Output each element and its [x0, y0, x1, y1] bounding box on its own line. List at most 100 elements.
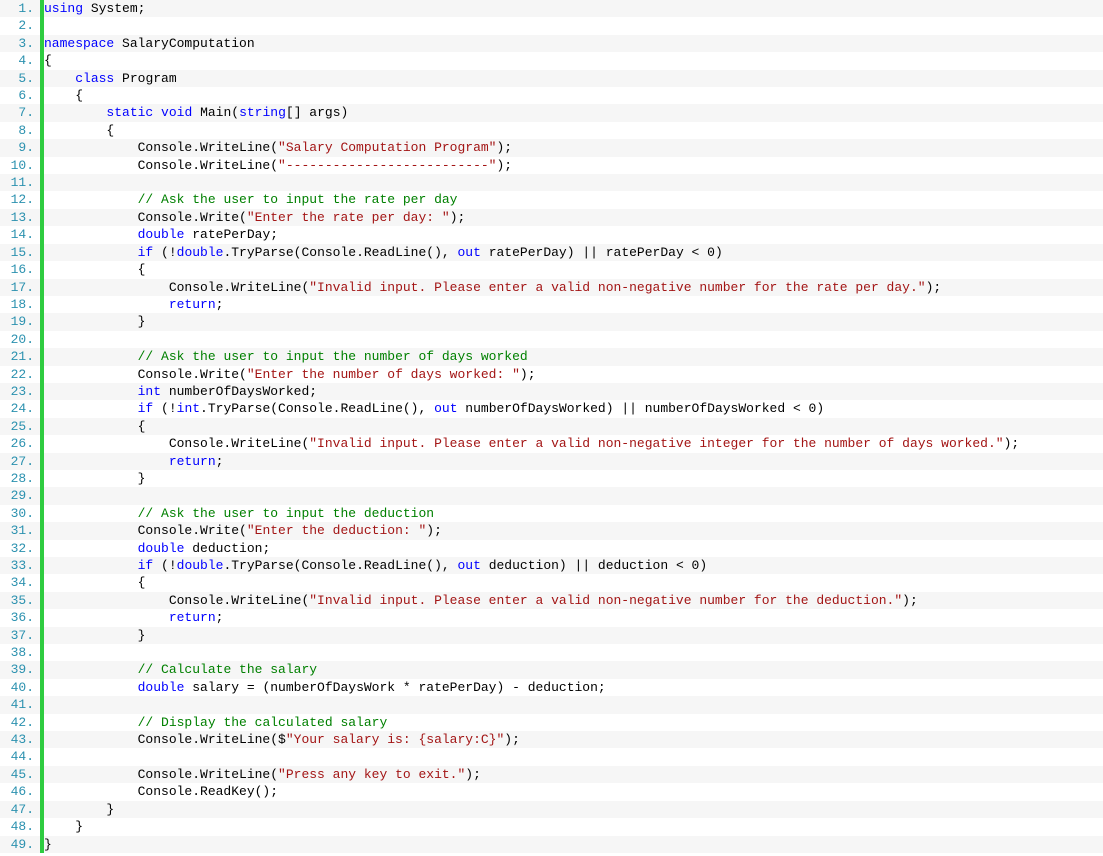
code-line[interactable]: 6. {: [0, 87, 1103, 104]
code-content[interactable]: }: [44, 470, 145, 487]
code-content[interactable]: Console.WriteLine("Salary Computation Pr…: [44, 139, 512, 156]
code-content[interactable]: int numberOfDaysWorked;: [44, 383, 317, 400]
code-content[interactable]: // Ask the user to input the rate per da…: [44, 191, 457, 208]
code-line[interactable]: 28. }: [0, 470, 1103, 487]
code-line[interactable]: 9. Console.WriteLine("Salary Computation…: [0, 139, 1103, 156]
code-line[interactable]: 42. // Display the calculated salary: [0, 714, 1103, 731]
code-content[interactable]: double ratePerDay;: [44, 226, 278, 243]
code-content[interactable]: Console.WriteLine("Invalid input. Please…: [44, 592, 918, 609]
code-content[interactable]: {: [44, 52, 52, 69]
code-content[interactable]: }: [44, 836, 52, 853]
code-line[interactable]: 37. }: [0, 627, 1103, 644]
code-line[interactable]: 31. Console.Write("Enter the deduction: …: [0, 522, 1103, 539]
code-content[interactable]: Console.WriteLine("Press any key to exit…: [44, 766, 481, 783]
code-content[interactable]: if (!int.TryParse(Console.ReadLine(), ou…: [44, 400, 824, 417]
code-line[interactable]: 23. int numberOfDaysWorked;: [0, 383, 1103, 400]
code-line[interactable]: 8. {: [0, 122, 1103, 139]
code-line[interactable]: 45. Console.WriteLine("Press any key to …: [0, 766, 1103, 783]
code-content[interactable]: {: [44, 418, 145, 435]
code-content[interactable]: {: [44, 87, 83, 104]
code-line[interactable]: 22. Console.Write("Enter the number of d…: [0, 366, 1103, 383]
code-line[interactable]: 43. Console.WriteLine($"Your salary is: …: [0, 731, 1103, 748]
code-content[interactable]: namespace SalaryComputation: [44, 35, 255, 52]
code-token: {: [44, 575, 145, 590]
code-line[interactable]: 48. }: [0, 818, 1103, 835]
code-line[interactable]: 33. if (!double.TryParse(Console.ReadLin…: [0, 557, 1103, 574]
code-line[interactable]: 20.: [0, 331, 1103, 348]
code-line[interactable]: 27. return;: [0, 453, 1103, 470]
code-line[interactable]: 39. // Calculate the salary: [0, 661, 1103, 678]
code-line[interactable]: 13. Console.Write("Enter the rate per da…: [0, 209, 1103, 226]
code-line[interactable]: 17. Console.WriteLine("Invalid input. Pl…: [0, 279, 1103, 296]
code-line[interactable]: 4.{: [0, 52, 1103, 69]
change-marker: [40, 17, 44, 34]
line-number: 11.: [0, 174, 40, 191]
code-content[interactable]: Console.WriteLine("---------------------…: [44, 157, 512, 174]
code-line[interactable]: 15. if (!double.TryParse(Console.ReadLin…: [0, 244, 1103, 261]
code-line[interactable]: 40. double salary = (numberOfDaysWork * …: [0, 679, 1103, 696]
code-line[interactable]: 47. }: [0, 801, 1103, 818]
code-content[interactable]: if (!double.TryParse(Console.ReadLine(),…: [44, 557, 707, 574]
code-line[interactable]: 32. double deduction;: [0, 540, 1103, 557]
code-line[interactable]: 30. // Ask the user to input the deducti…: [0, 505, 1103, 522]
code-line[interactable]: 12. // Ask the user to input the rate pe…: [0, 191, 1103, 208]
code-line[interactable]: 11.: [0, 174, 1103, 191]
code-line[interactable]: 34. {: [0, 574, 1103, 591]
code-token: Console.Write(: [44, 210, 247, 225]
code-line[interactable]: 21. // Ask the user to input the number …: [0, 348, 1103, 365]
code-content[interactable]: }: [44, 801, 114, 818]
code-content[interactable]: return;: [44, 296, 223, 313]
code-content[interactable]: Console.WriteLine($"Your salary is: {sal…: [44, 731, 520, 748]
code-content[interactable]: Console.ReadKey();: [44, 783, 278, 800]
code-content[interactable]: {: [44, 261, 145, 278]
code-line[interactable]: 1.using System;: [0, 0, 1103, 17]
code-content[interactable]: Console.Write("Enter the number of days …: [44, 366, 536, 383]
code-content[interactable]: if (!double.TryParse(Console.ReadLine(),…: [44, 244, 723, 261]
code-line[interactable]: 3.namespace SalaryComputation: [0, 35, 1103, 52]
code-line[interactable]: 36. return;: [0, 609, 1103, 626]
code-content[interactable]: // Calculate the salary: [44, 661, 317, 678]
code-content[interactable]: // Ask the user to input the number of d…: [44, 348, 528, 365]
code-content[interactable]: return;: [44, 453, 223, 470]
code-content[interactable]: Console.Write("Enter the rate per day: "…: [44, 209, 465, 226]
code-content[interactable]: {: [44, 122, 114, 139]
code-content[interactable]: Console.WriteLine("Invalid input. Please…: [44, 435, 1019, 452]
code-token: [] args): [286, 105, 348, 120]
code-content[interactable]: class Program: [44, 70, 177, 87]
code-line[interactable]: 10. Console.WriteLine("-----------------…: [0, 157, 1103, 174]
code-line[interactable]: 2.: [0, 17, 1103, 34]
code-line[interactable]: 35. Console.WriteLine("Invalid input. Pl…: [0, 592, 1103, 609]
code-line[interactable]: 38.: [0, 644, 1103, 661]
code-line[interactable]: 7. static void Main(string[] args): [0, 104, 1103, 121]
code-content[interactable]: return;: [44, 609, 223, 626]
code-content[interactable]: double salary = (numberOfDaysWork * rate…: [44, 679, 606, 696]
code-line[interactable]: 5. class Program: [0, 70, 1103, 87]
code-line[interactable]: 44.: [0, 748, 1103, 765]
code-line[interactable]: 26. Console.WriteLine("Invalid input. Pl…: [0, 435, 1103, 452]
code-line[interactable]: 25. {: [0, 418, 1103, 435]
code-content[interactable]: Console.WriteLine("Invalid input. Please…: [44, 279, 941, 296]
code-line[interactable]: 46. Console.ReadKey();: [0, 783, 1103, 800]
code-editor[interactable]: 1.using System;2.3.namespace SalaryCompu…: [0, 0, 1103, 853]
code-line[interactable]: 24. if (!int.TryParse(Console.ReadLine()…: [0, 400, 1103, 417]
code-line[interactable]: 14. double ratePerDay;: [0, 226, 1103, 243]
code-line[interactable]: 18. return;: [0, 296, 1103, 313]
code-content[interactable]: // Ask the user to input the deduction: [44, 505, 434, 522]
code-content[interactable]: // Display the calculated salary: [44, 714, 387, 731]
code-token: // Calculate the salary: [138, 662, 317, 677]
code-content[interactable]: }: [44, 627, 145, 644]
code-line[interactable]: 16. {: [0, 261, 1103, 278]
code-token: int: [177, 401, 200, 416]
code-content[interactable]: {: [44, 574, 145, 591]
code-content[interactable]: Console.Write("Enter the deduction: ");: [44, 522, 442, 539]
code-content[interactable]: using System;: [44, 0, 145, 17]
code-content[interactable]: static void Main(string[] args): [44, 104, 348, 121]
code-content[interactable]: double deduction;: [44, 540, 270, 557]
code-line[interactable]: 41.: [0, 696, 1103, 713]
code-line[interactable]: 49.}: [0, 836, 1103, 853]
code-line[interactable]: 29.: [0, 487, 1103, 504]
code-line[interactable]: 19. }: [0, 313, 1103, 330]
code-content[interactable]: }: [44, 313, 145, 330]
code-token: double: [138, 227, 185, 242]
code-content[interactable]: }: [44, 818, 83, 835]
